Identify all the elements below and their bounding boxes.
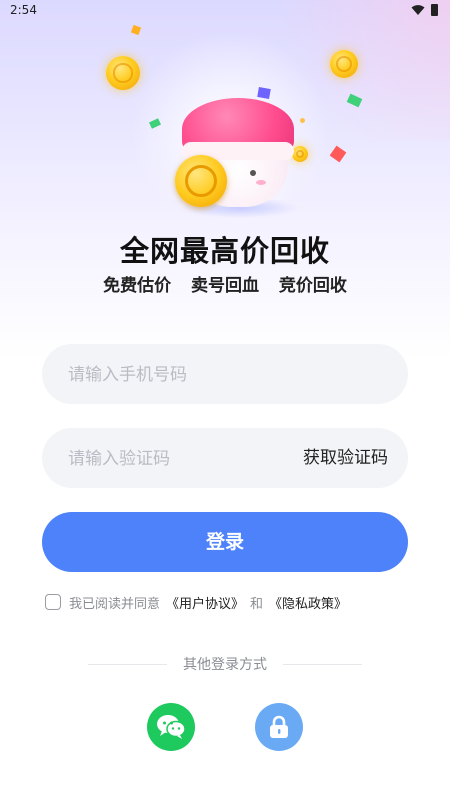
password-login-button[interactable] — [255, 703, 303, 751]
confetti-shape — [300, 118, 305, 123]
feature-item: 卖号回血 — [191, 276, 259, 296]
phone-field — [42, 344, 408, 406]
battery-icon — [431, 4, 438, 16]
agreement-checkbox[interactable] — [45, 594, 61, 610]
coin-icon — [330, 50, 358, 78]
verification-code-input[interactable] — [66, 428, 300, 490]
agreement-row: 我已阅读并同意 《用户协议》 和 《隐私政策》 — [45, 592, 347, 612]
confetti-shape — [257, 87, 271, 99]
page-headline: 全网最高价回收 — [119, 234, 330, 268]
big-coin-icon — [175, 155, 227, 207]
status-bar: 2:54 — [0, 0, 450, 22]
wifi-icon — [411, 5, 425, 15]
other-login-divider: 其他登录方式 — [88, 654, 362, 674]
feature-list: 免费估价 卖号回血 竞价回收 — [0, 271, 450, 296]
status-icons — [411, 4, 438, 16]
divider-line — [88, 663, 167, 665]
feature-item: 免费估价 — [103, 276, 172, 296]
confetti-shape — [329, 145, 347, 163]
divider-line — [283, 663, 362, 665]
coin-icon — [292, 146, 308, 162]
other-login-label: 其他登录方式 — [183, 657, 267, 673]
user-agreement-link[interactable]: 《用户协议》 — [166, 593, 244, 612]
phone-input[interactable] — [66, 344, 300, 406]
agreement-prefix: 我已阅读并同意 — [69, 596, 161, 612]
lock-icon — [270, 715, 288, 738]
get-code-button[interactable]: 获取验证码 — [303, 428, 388, 488]
agreement-and: 和 — [250, 596, 264, 612]
login-button[interactable]: 登录 — [42, 512, 408, 572]
coin-icon — [106, 56, 140, 90]
code-field: 获取验证码 — [42, 428, 408, 490]
hero-illustration — [90, 20, 370, 225]
wechat-icon — [157, 715, 186, 739]
status-time: 2:54 — [10, 3, 37, 17]
wechat-login-button[interactable] — [147, 703, 195, 751]
confetti-shape — [346, 93, 363, 108]
cat-eye — [250, 170, 256, 176]
privacy-policy-link[interactable]: 《隐私政策》 — [269, 593, 347, 612]
feature-item: 竞价回收 — [278, 276, 347, 296]
cat-blush — [256, 180, 266, 185]
